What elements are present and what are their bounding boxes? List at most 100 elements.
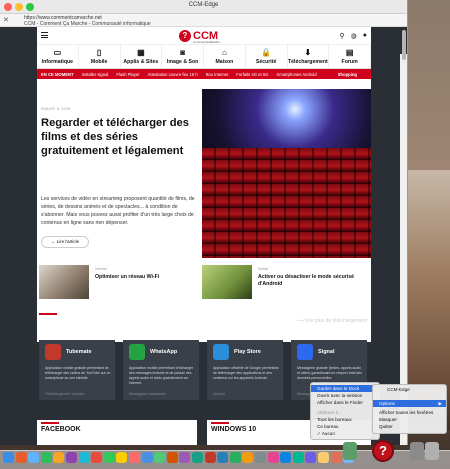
dock-app-icon[interactable]	[116, 452, 128, 463]
article-title[interactable]: Optimiser un réseau Wi-Fi	[95, 274, 195, 281]
trending-link[interactable]: Installer signal	[82, 72, 109, 77]
nav-item-7[interactable]: ▤ Forum	[329, 45, 371, 68]
app-card[interactable]: Play Store Application officielle de Goog…	[207, 340, 283, 400]
dock-app-icon[interactable]	[40, 452, 52, 463]
dock-app-icon[interactable]	[179, 452, 191, 463]
context-menu-item[interactable]: ✓ Aucun	[311, 430, 379, 437]
context-menu-item[interactable]: Ce bureau	[311, 423, 379, 430]
dock-app-icon[interactable]	[154, 452, 166, 463]
nav-item-1[interactable]: ▯ Mobile	[79, 45, 121, 68]
dock-app-icon[interactable]	[330, 452, 342, 463]
dock-doc-icon[interactable]	[410, 442, 424, 460]
app-card[interactable]: WhatsApp Application mobile permettant d'…	[123, 340, 199, 400]
article-title[interactable]: Activer ou désactiver le mode sécurisé d…	[258, 274, 366, 288]
phone-icon: ▯	[96, 48, 102, 57]
nav-item-6[interactable]: ⬇ Téléchargement	[288, 45, 330, 68]
hero-description: Les services de vidéo en streaming propo…	[41, 196, 195, 226]
trending-link[interactable]: Forfaits 4G et 5G	[236, 72, 268, 77]
shopping-link[interactable]: Shopping	[338, 72, 357, 77]
read-article-label: Lire l'article	[56, 239, 80, 244]
main-nav: ▭ Informatique ▯ Mobile ▦ Applis & Sites ◙ Imag…	[37, 45, 371, 69]
app-name[interactable]: Tubemate	[66, 349, 92, 355]
hero-title[interactable]: Regarder et télécharger des films et des…	[41, 116, 197, 158]
section-accent	[41, 422, 59, 424]
dock-context-menu: Garder dans le Dock Ouvrir avec la sessio…	[310, 382, 380, 440]
nav-item-4[interactable]: ⌂ Maison	[204, 45, 246, 68]
app-name[interactable]: Signal	[318, 349, 335, 355]
ccm-edge-dock-icon[interactable]: ?	[372, 440, 394, 462]
dock-app-icon[interactable]	[3, 452, 14, 463]
monitor-icon: ▭	[53, 48, 62, 57]
site-logo[interactable]: ? CCM CommentÇaMarche	[179, 29, 220, 44]
dock-app-icon[interactable]	[66, 452, 77, 463]
dock-app-icon[interactable]	[318, 452, 329, 463]
dock-app-icon[interactable]	[129, 452, 140, 463]
dock-app-icon[interactable]	[255, 452, 266, 463]
facebook-section[interactable]: FACEBOOK	[37, 420, 197, 445]
dock-app-icon[interactable]	[267, 452, 279, 463]
context-menu-item[interactable]: Ouvrir avec la session	[311, 392, 379, 399]
options-menu-item[interactable]: Options ▶	[373, 400, 446, 407]
url-bar[interactable]: ✕ https://www.commentcamarche.net CCM - …	[0, 14, 407, 27]
dock-app-icon[interactable]	[204, 452, 216, 463]
dock-app-icon[interactable]	[242, 452, 254, 463]
menu-icon[interactable]	[41, 32, 48, 38]
context-menu-item[interactable]: Afficher dans le Finder	[311, 399, 379, 406]
nav-item-2[interactable]: ▦ Applis & Sites	[121, 45, 163, 68]
desktop: CCM-Edge ✕ https://www.commentcamarche.n…	[0, 0, 450, 469]
trending-link[interactable]: Attestation couvre-feu 18 h	[148, 72, 198, 77]
house-icon: ⌂	[221, 48, 227, 57]
dock-app-icon[interactable]	[53, 452, 65, 463]
nav-item-5[interactable]: 🔒 Sécurité	[246, 45, 288, 68]
dock-app-icon[interactable]	[78, 452, 90, 463]
nav-item-3[interactable]: ◙ Image & Son	[162, 45, 204, 68]
trending-link[interactable]: Smartphones Android	[276, 72, 316, 77]
dock-doc-icon[interactable]	[425, 442, 439, 460]
nav-label: Image & Son	[166, 59, 199, 65]
options-label: Options	[379, 401, 395, 406]
download-more-link[interactable]: ⟶ Voir plus de téléchargement	[296, 318, 367, 324]
user-icon[interactable]: ●	[363, 32, 367, 40]
app-icon	[213, 344, 229, 360]
dock-app-icon[interactable]	[141, 452, 153, 463]
dock-app-icon[interactable]	[292, 452, 304, 463]
dock-doc-icon[interactable]	[343, 442, 357, 460]
app-name[interactable]: WhatsApp	[150, 349, 177, 355]
app-name[interactable]: Play Store	[234, 349, 261, 355]
context-menu-item[interactable]: Tous les bureaux	[311, 416, 379, 423]
globe-icon[interactable]: ◍	[351, 32, 357, 40]
search-icon[interactable]: ⚲	[340, 32, 345, 40]
section-accent	[211, 422, 229, 424]
close-icon[interactable]: ✕	[3, 16, 9, 24]
quit-item[interactable]: Quitter	[373, 423, 446, 430]
article-card[interactable]: Internet Optimiser un réseau Wi-Fi	[39, 265, 199, 303]
hero-article[interactable]: IMAGE & SON Regarder et télécharger des …	[37, 83, 371, 258]
dock-app-icon[interactable]	[192, 452, 203, 463]
article-tag: Mobile	[258, 267, 269, 271]
dock-app-icon[interactable]	[229, 452, 241, 463]
forum-icon: ▤	[345, 48, 354, 57]
app-category: Android	[213, 392, 226, 396]
section-heading: FACEBOOK	[41, 426, 81, 433]
show-all-windows-item[interactable]: Afficher toutes les fenêtres	[373, 409, 446, 416]
dock-app-icon[interactable]	[103, 452, 115, 463]
hero-image[interactable]	[202, 89, 371, 258]
dock-app-icon[interactable]	[28, 452, 40, 463]
dock-app-icon[interactable]	[217, 452, 229, 463]
context-menu-item[interactable]: Garder dans le Dock	[311, 385, 379, 392]
dock-app-icon[interactable]	[166, 452, 178, 463]
trending-link[interactable]: Box Internet	[206, 72, 229, 77]
app-icon	[45, 344, 61, 360]
app-card[interactable]: Tubemate Application mobile gratuite perm…	[39, 340, 115, 400]
nav-item-0[interactable]: ▭ Informatique	[37, 45, 79, 68]
hide-item[interactable]: Masquer	[373, 416, 446, 423]
dock-app-icon[interactable]	[305, 452, 317, 463]
scrollbar-thumb[interactable]	[402, 30, 406, 60]
section-accent	[39, 313, 57, 315]
dock-app-icon[interactable]	[91, 452, 103, 463]
article-card[interactable]: Mobile Activer ou désactiver le mode séc…	[202, 265, 371, 303]
trending-link[interactable]: Flash Player	[116, 72, 139, 77]
read-article-button[interactable]: → Lire l'article	[41, 236, 89, 248]
dock-app-icon[interactable]	[280, 452, 292, 463]
dock-app-icon[interactable]	[15, 452, 27, 463]
